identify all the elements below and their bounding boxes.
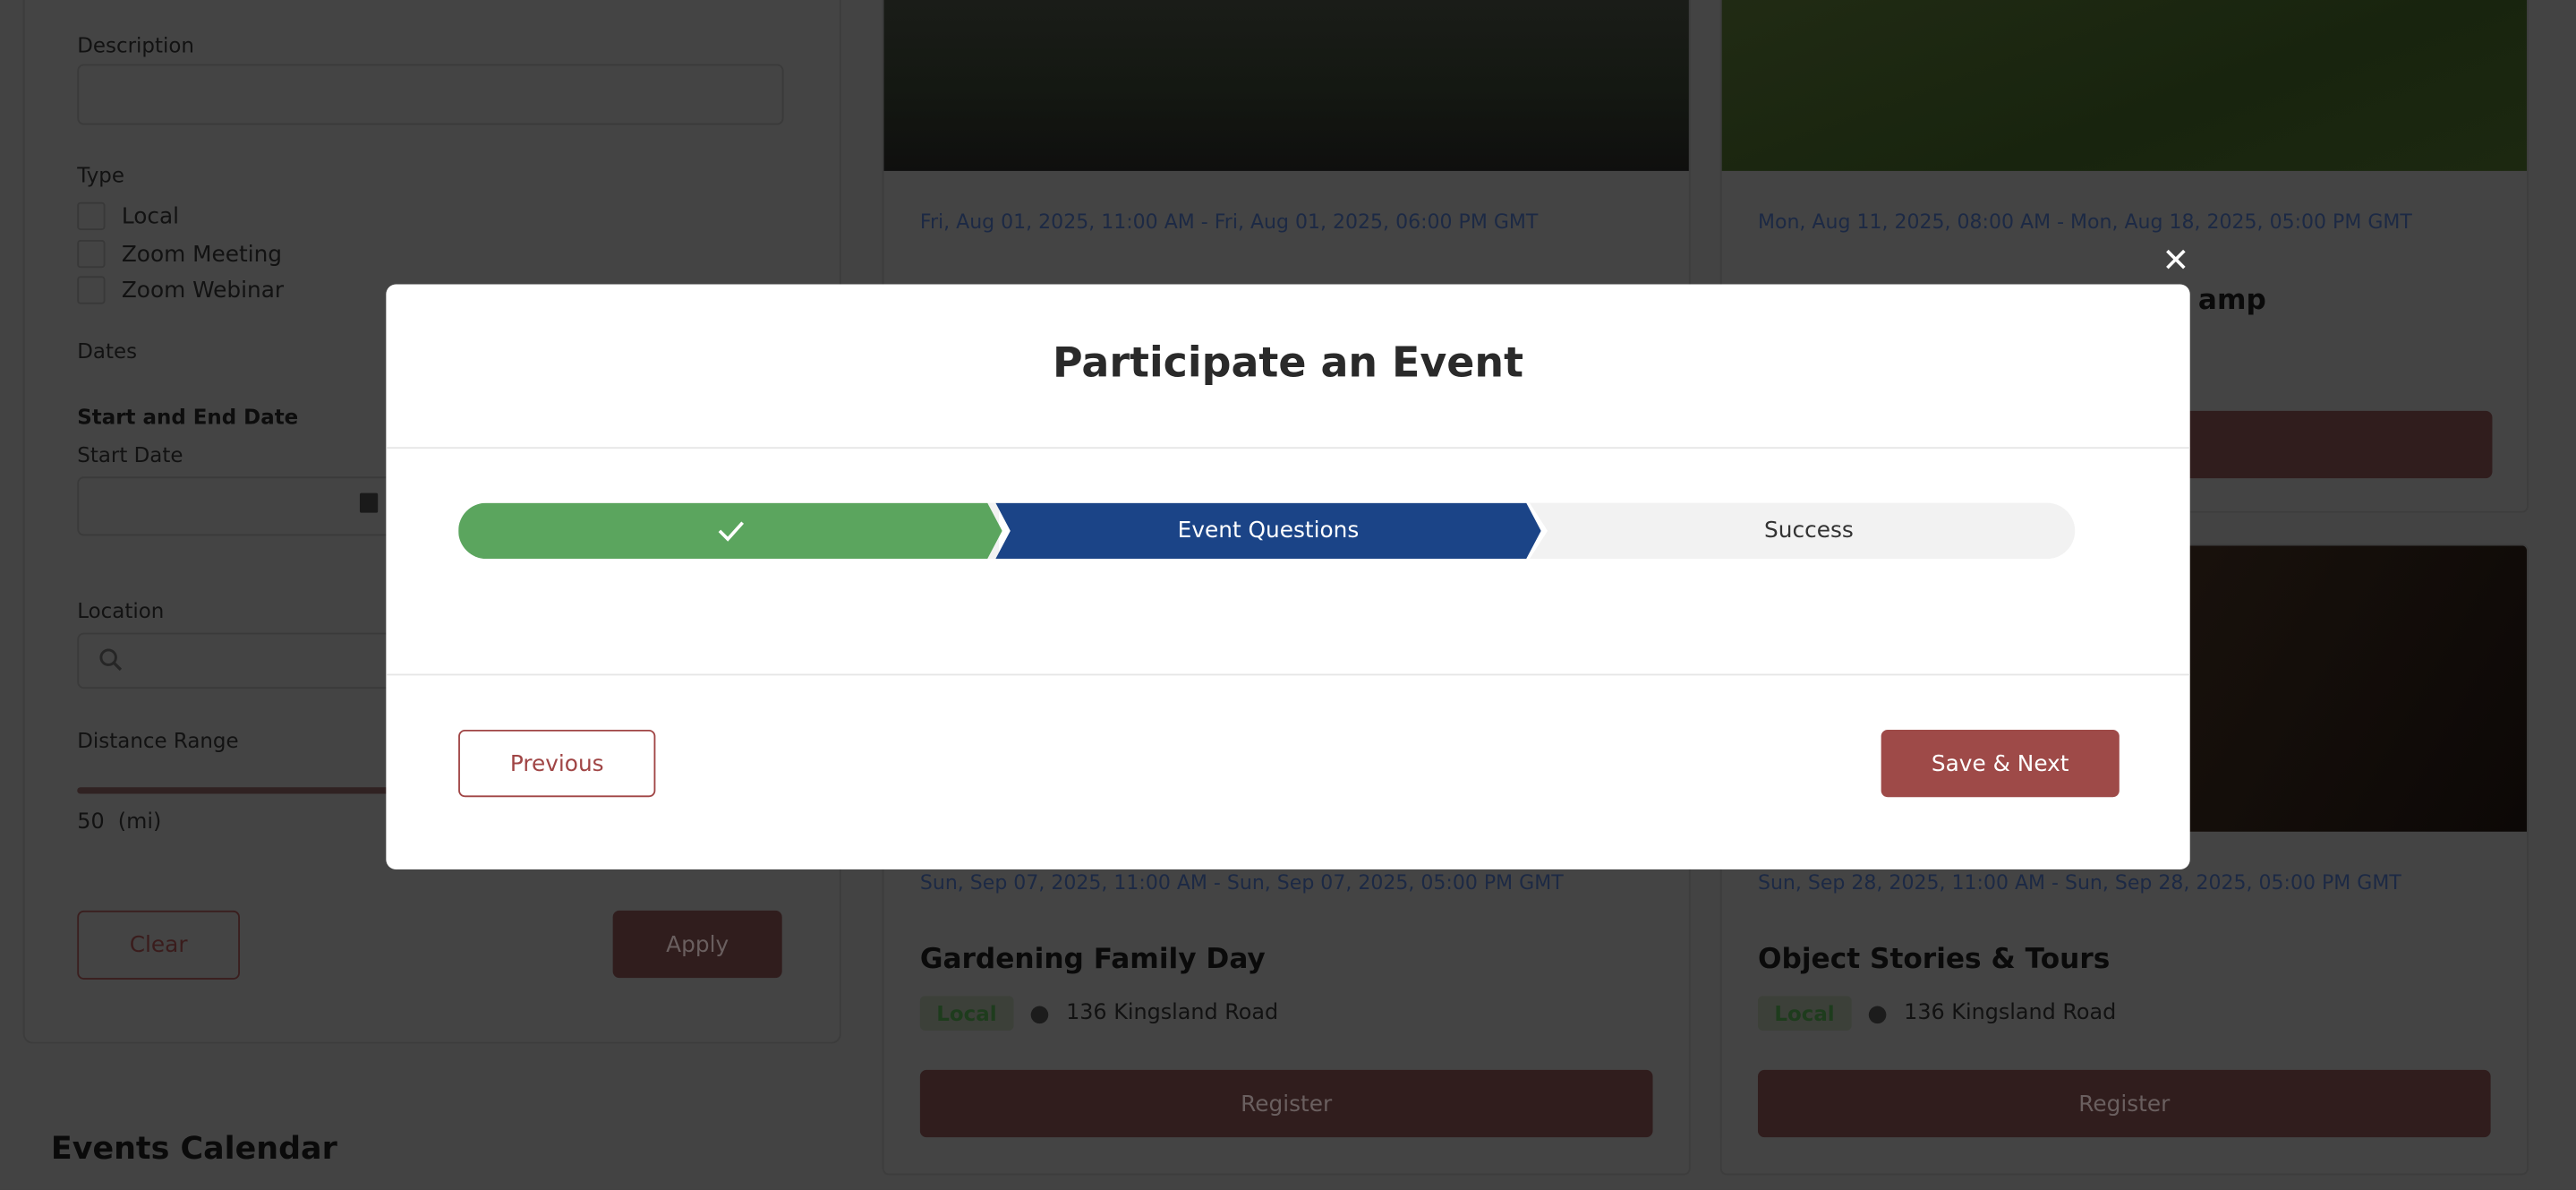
location-pin-icon: ● (1867, 999, 1888, 1027)
events-calendar-title: Events Calendar (50, 1130, 337, 1168)
search-icon (99, 648, 123, 672)
check-icon (715, 519, 745, 543)
type-label: Type (77, 162, 124, 188)
event-title: amp (2197, 284, 2266, 318)
type-zoom-meeting[interactable]: Zoom Meeting (77, 239, 283, 269)
event-address: 136 Kingsland Road (1066, 1000, 1279, 1026)
type-zoom-webinar[interactable]: Zoom Webinar (77, 276, 284, 304)
start-date-label: Start Date (77, 441, 183, 467)
distance-label: Distance Range (77, 728, 239, 753)
modal-title: Participate an Event (1053, 338, 1524, 387)
type-badge: Local (919, 996, 1013, 1031)
divider (386, 447, 2190, 449)
checkbox[interactable] (77, 276, 106, 304)
save-next-button[interactable]: Save & Next (1881, 729, 2120, 798)
calendar-icon[interactable] (359, 492, 379, 513)
page: Description Type Local Zoom Meeting Zoom… (0, 0, 2576, 1190)
type-local[interactable]: Local (77, 201, 180, 230)
close-icon[interactable]: ✕ (2162, 244, 2190, 277)
checkbox[interactable] (77, 201, 106, 230)
event-meta: Local ● 136 Kingsland Road (1757, 996, 2117, 1031)
event-title: Object Stories & Tours (1757, 943, 2111, 977)
event-date: Sun, Sep 07, 2025, 11:00 AM - Sun, Sep 0… (919, 870, 1564, 895)
stepper: Event Questions Success (458, 502, 2076, 560)
location-pin-icon: ● (1029, 999, 1050, 1027)
start-end-label: Start and End Date (77, 404, 299, 430)
type-badge: Local (1757, 996, 1852, 1031)
location-input[interactable] (77, 632, 403, 689)
event-meta: Local ● 136 Kingsland Road (919, 996, 1279, 1031)
step-success: Success (1764, 518, 1854, 544)
step-done (458, 503, 1002, 559)
step-event-questions: Event Questions (995, 503, 1540, 559)
checkbox[interactable] (77, 239, 106, 269)
event-image (883, 0, 1689, 171)
description-label: Description (77, 32, 194, 58)
event-date: Sun, Sep 28, 2025, 11:00 AM - Sun, Sep 2… (1757, 870, 2401, 895)
apply-button[interactable]: Apply (612, 910, 782, 979)
register-button[interactable]: Register (919, 1069, 1653, 1138)
distance-slider[interactable] (77, 787, 400, 794)
previous-button[interactable]: Previous (458, 729, 656, 798)
type-zoom-webinar-label: Zoom Webinar (121, 277, 285, 304)
event-title: Gardening Family Day (919, 943, 1266, 977)
event-address: 136 Kingsland Road (1904, 1000, 2117, 1026)
type-zoom-meeting-label: Zoom Meeting (121, 240, 283, 268)
register-button[interactable]: Register (1757, 1069, 2491, 1138)
distance-value: 50 (mi) (77, 809, 162, 835)
event-date: Fri, Aug 01, 2025, 11:00 AM - Fri, Aug 0… (919, 210, 1539, 234)
participate-modal: Participate an Event Event Questions Suc… (386, 284, 2190, 869)
dates-label: Dates (77, 338, 138, 364)
divider (386, 673, 2190, 676)
event-image (1721, 0, 2527, 171)
start-date-input[interactable] (77, 476, 403, 536)
location-label: Location (77, 598, 165, 623)
event-date: Mon, Aug 11, 2025, 08:00 AM - Mon, Aug 1… (1757, 210, 2412, 234)
description-input[interactable] (77, 64, 784, 125)
type-local-label: Local (121, 202, 180, 230)
clear-button[interactable]: Clear (77, 910, 240, 980)
